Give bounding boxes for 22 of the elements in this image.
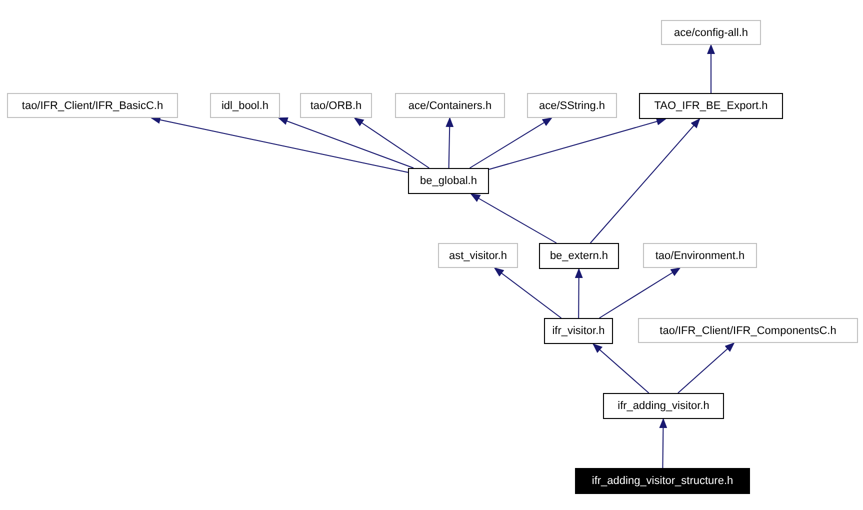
dependency-arrow xyxy=(678,342,735,394)
file-node[interactable]: ast_visitor.h xyxy=(438,243,518,268)
file-node[interactable]: ifr_visitor.h xyxy=(544,318,613,344)
file-node[interactable]: tao/ORB.h xyxy=(300,93,372,118)
dependency-arrow xyxy=(574,268,583,318)
file-node[interactable]: be_global.h xyxy=(408,168,489,194)
file-node[interactable]: idl_bool.h xyxy=(210,93,280,118)
file-node[interactable]: TAO_IFR_BE_Export.h xyxy=(639,93,783,119)
file-node[interactable]: ace/config-all.h xyxy=(661,20,761,45)
file-node[interactable]: tao/IFR_Client/IFR_BasicC.h xyxy=(7,93,178,118)
dependency-arrow xyxy=(494,267,562,318)
file-node[interactable]: tao/IFR_Client/IFR_ComponentsC.h xyxy=(638,318,858,343)
file-node[interactable]: tao/Environment.h xyxy=(643,243,757,268)
dependency-arrow xyxy=(592,343,650,394)
file-node[interactable]: ifr_adding_visitor.h xyxy=(603,393,724,419)
file-node[interactable]: be_extern.h xyxy=(539,243,619,269)
dependency-arrow xyxy=(707,44,715,94)
file-node[interactable]: ifr_adding_visitor_structure.h xyxy=(575,468,750,494)
file-node[interactable]: ace/SString.h xyxy=(527,93,617,118)
dependency-arrow xyxy=(659,418,668,468)
file-node[interactable]: ace/Containers.h xyxy=(395,93,505,118)
dependency-arrow xyxy=(446,117,454,168)
